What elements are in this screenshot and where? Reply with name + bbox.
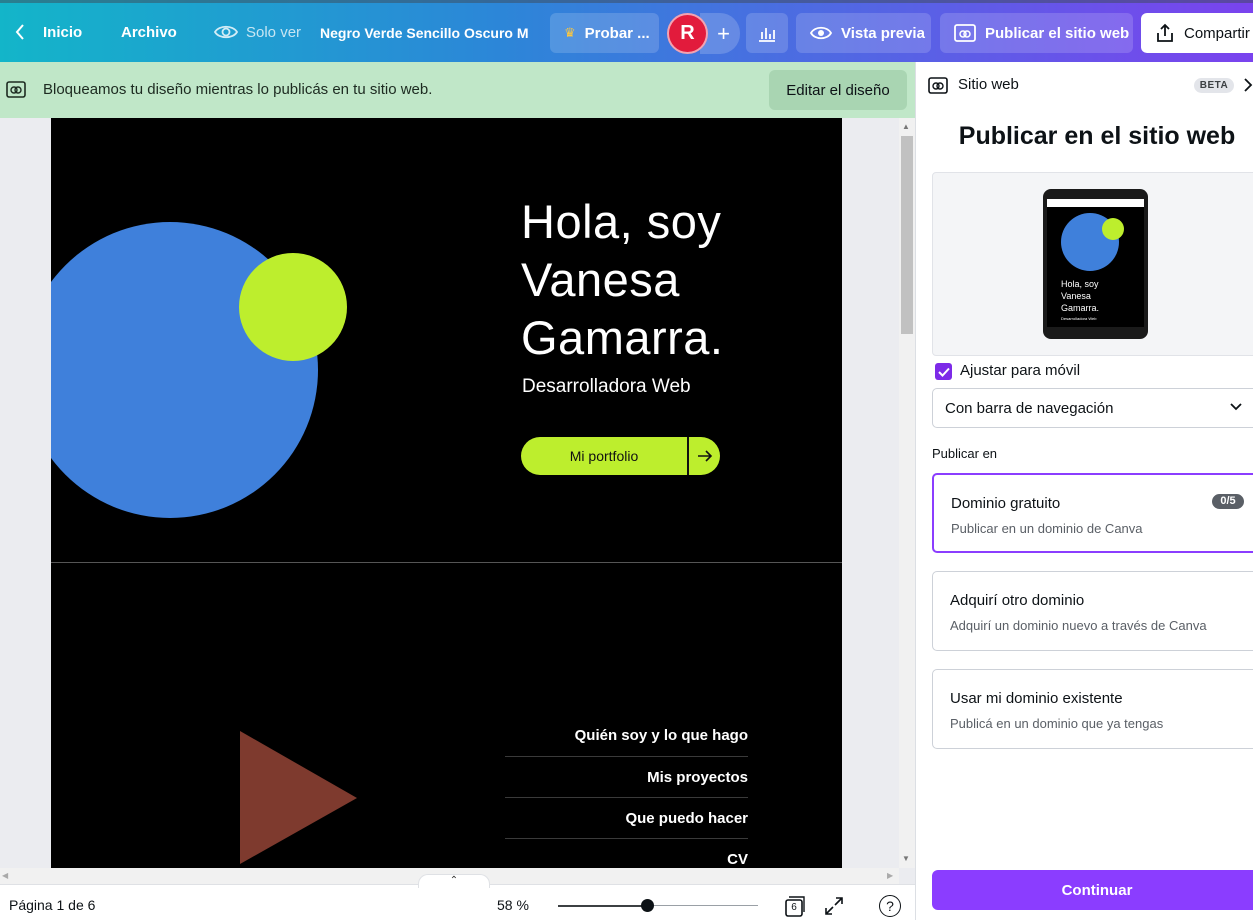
try-pro-label: Probar ... [584,24,650,42]
hero-subtitle[interactable]: Desarrolladora Web [522,376,691,398]
pages-grid-button[interactable]: 6 [782,894,806,920]
option-title: Dominio gratuito [951,495,1061,512]
try-pro-button[interactable]: ♛ Probar ... [550,13,659,53]
help-icon[interactable]: ? [879,895,901,917]
nav-link-services[interactable]: Que puedo hacer [625,810,748,827]
scroll-right-arrow-icon[interactable]: ▶ [887,871,893,880]
lime-circle-shape [239,253,347,361]
fullscreen-icon[interactable] [824,896,844,920]
checkmark-icon [937,367,950,377]
nav-link-cv[interactable]: CV [727,851,748,868]
file-menu[interactable]: Archivo [121,0,177,62]
crown-icon: ♛ [564,25,576,40]
preview-title-line: Hola, soy [1061,279,1099,289]
share-label: Compartir [1184,24,1250,42]
zoom-level[interactable]: 58 % [497,884,529,920]
page-indicator[interactable]: Página 1 de 6 [9,884,95,920]
vertical-scroll-thumb[interactable] [901,136,913,334]
preview-title-line: Gamarra. [1061,303,1100,313]
document-title[interactable]: Negro Verde Sencillo Oscuro M [320,0,528,62]
portfolio-label: Mi portfolio [569,448,639,464]
zoom-slider-fill [558,905,647,907]
website-icon [954,24,976,42]
preview-button[interactable]: Vista previa [796,13,931,53]
tablet-preview-screen: Hola, soy Vanesa Gamarra. Desarrolladora… [1047,199,1144,327]
bottom-status-bar [0,884,915,920]
nav-divider [505,756,748,757]
navigation-select-value: Con barra de navegación [945,399,1114,417]
publish-in-label: Publicar en [932,446,998,461]
hero-title[interactable]: Hola, soy Vanesa Gamarra. [521,193,724,367]
zoom-slider-knob[interactable] [641,899,654,912]
option-free-domain[interactable]: Dominio gratuito Publicar en un dominio … [932,473,1253,553]
hero-title-line: Vanesa [521,253,680,306]
panel-header-label: Sitio web [958,76,1019,93]
nav-link-projects[interactable]: Mis proyectos [647,769,748,786]
option-subtitle: Publicá en un dominio que ya tengas [950,716,1164,731]
domain-count-badge: 0/5 [1212,494,1244,509]
mobile-fit-checkbox[interactable] [935,363,952,380]
design-page[interactable]: Hola, soy Vanesa Gamarra. Desarrolladora… [51,118,842,868]
scroll-down-arrow-icon[interactable]: ▼ [902,854,910,863]
chevron-down-icon[interactable] [1229,400,1243,419]
banner-message: Bloqueamos tu diseño mientras lo publicá… [43,81,433,98]
top-toolbar: Inicio Archivo Solo ver Negro Verde Senc… [0,0,1253,62]
chevron-up-icon: ⌃ [449,875,459,886]
panel-title: Publicar en el sitio web [958,122,1236,150]
nav-divider [505,838,748,839]
navigation-select[interactable]: Con barra de navegación [932,388,1253,428]
plus-icon: + [717,20,730,46]
window-edge [0,0,1253,3]
triangle-shape [240,731,357,864]
preview-subtitle: Desarrolladora Web [1061,316,1097,321]
mobile-fit-label[interactable]: Ajustar para móvil [960,362,1080,379]
pages-count: 6 [791,902,797,913]
publish-website-button[interactable]: Publicar el sitio web [940,13,1133,53]
share-button[interactable]: Compartir [1141,13,1253,53]
option-existing-domain[interactable]: Usar mi dominio existente Publicá en un … [932,669,1253,749]
hero-title-line: Hola, soy [521,195,722,248]
option-buy-domain[interactable]: Adquirí otro dominio Adquirí un dominio … [932,571,1253,651]
scroll-left-arrow-icon[interactable]: ◀ [2,871,8,880]
scroll-up-arrow-icon[interactable]: ▲ [902,122,910,131]
continue-button[interactable]: Continuar [932,870,1253,910]
nav-divider [505,797,748,798]
close-panel-chevron-icon[interactable] [1243,77,1253,98]
nav-link-about[interactable]: Quién soy y lo que hago [575,727,748,744]
section-divider [51,562,842,563]
edit-design-button[interactable]: Editar el diseño [769,70,907,110]
view-mode-label[interactable]: Solo ver [246,0,301,62]
option-subtitle: Publicar en un dominio de Canva [951,521,1143,536]
option-subtitle: Adquirí un dominio nuevo a través de Can… [950,618,1207,633]
eye-icon [213,23,239,46]
back-chevron-icon[interactable] [14,23,26,46]
publish-label: Publicar el sitio web [985,24,1130,42]
share-icon [1157,23,1173,42]
website-lock-icon [6,81,26,103]
avatar[interactable]: R [667,13,708,54]
arrow-right-icon [687,437,720,475]
hero-title-line: Gamarra. [521,311,724,364]
eye-icon [810,26,832,40]
home-link[interactable]: Inicio [43,0,82,62]
portfolio-button[interactable]: Mi portfolio [521,437,720,475]
bar-chart-icon [759,28,775,42]
expand-pages-tab[interactable]: ⌃ [418,874,490,888]
option-title: Usar mi dominio existente [950,690,1123,707]
option-title: Adquirí otro dominio [950,592,1085,609]
website-icon [928,77,948,99]
preview-label: Vista previa [841,24,925,42]
preview-title-line: Vanesa [1061,291,1091,301]
insights-button[interactable] [746,13,788,53]
beta-badge: BETA [1194,78,1234,93]
